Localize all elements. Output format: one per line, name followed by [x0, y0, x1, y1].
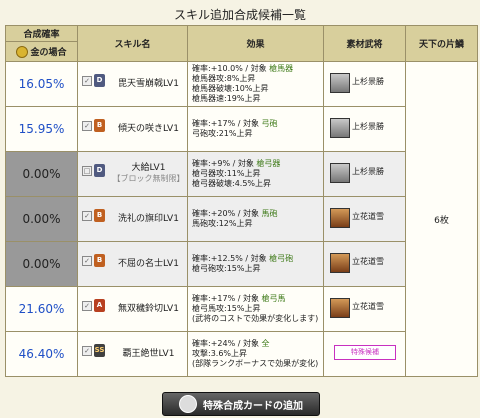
checkbox[interactable]: ✓	[82, 121, 92, 131]
effect-cell: 確率:+24% / 対象 全 攻撃:3.6%上昇 (部隊ランクボーナスで効果が変…	[187, 331, 324, 377]
skill-name: 毘天雪崩戟LV1	[118, 78, 179, 89]
general-name: 立花道雪	[352, 212, 384, 221]
effect-cell: 確率:+17% / 対象 槍弓馬 槍弓馬攻:15%上昇 (武将のコストで効果が変…	[187, 286, 324, 332]
material-general[interactable]: 上杉景勝	[323, 151, 406, 197]
rank-badge: D	[94, 164, 105, 177]
header-skill: スキル名	[77, 25, 188, 62]
table-row: 16.05% ✓ D 毘天雪崩戟LV1 確率:+10.0% / 対象 槍馬器 槍…	[5, 61, 478, 377]
skill-name: 不屈の名士LV1	[118, 258, 179, 269]
general-portrait	[330, 163, 350, 183]
material-general[interactable]: 上杉景勝	[323, 106, 406, 152]
material-general[interactable]: 特殊候補	[323, 331, 406, 377]
rank-badge: B	[94, 254, 105, 267]
rate-value: 16.05%	[5, 61, 78, 107]
skill-cell: ✓ B 不屈の名士LV1	[77, 241, 188, 287]
special-candidate-button[interactable]: 特殊候補	[334, 345, 396, 360]
effect-cell: 確率:+17% / 対象 弓砲 弓砲攻:21%上昇	[187, 106, 324, 152]
material-general[interactable]: 立花道雪	[323, 241, 406, 287]
rank-badge: D	[94, 74, 105, 87]
general-name: 上杉景勝	[352, 167, 384, 176]
header-rate: 合成確率	[5, 25, 78, 42]
skill-cell: ✓ D 毘天雪崩戟LV1	[77, 61, 188, 107]
skill-name: 覇王絶世LV1	[122, 348, 175, 359]
candidate-table: 合成確率 スキル名 効果 素材武将 天下の片鱗 金の場合 16.05% ✓ D …	[5, 25, 478, 377]
skill-name: 傾天の咲きLV1	[118, 123, 179, 134]
general-portrait	[330, 73, 350, 93]
effect-cell: 確率:+20% / 対象 馬砲 馬砲攻:12%上昇	[187, 196, 324, 242]
add-special-card-label: 特殊合成カードの追加	[203, 400, 303, 412]
checkbox[interactable]: ✓	[82, 301, 92, 311]
header-effect: 効果	[187, 25, 324, 62]
rate-value: 15.95%	[5, 106, 78, 152]
checkbox[interactable]: ✓	[82, 346, 92, 356]
skill-cell: ✓ A 無双穢鈴切LV1	[77, 286, 188, 332]
rate-value: 46.40%	[5, 331, 78, 377]
effect-cell: 確率:+10.0% / 対象 槍馬器 槍馬器攻:8%上昇 槍馬器破壊:10%上昇…	[187, 61, 324, 107]
general-name: 立花道雪	[352, 257, 384, 266]
page-title: スキル追加合成候補一覧	[173, 8, 306, 22]
rate-value: 0.00%	[5, 241, 78, 287]
skill-name: 大給LV1	[131, 163, 166, 173]
checkbox[interactable]: ✓	[82, 211, 92, 221]
general-name: 立花道雪	[352, 302, 384, 311]
general-portrait	[330, 298, 350, 318]
material-general[interactable]: 立花道雪	[323, 196, 406, 242]
effect-cell: 確率:+9% / 対象 槍弓器 槍弓器攻:11%上昇 槍弓器破壊:4.5%上昇	[187, 151, 324, 197]
material-general[interactable]: 上杉景勝	[323, 61, 406, 107]
block-note: 【ブロック無制限】	[112, 174, 185, 183]
checkbox[interactable]: ✓	[82, 256, 92, 266]
skill-name: 無双穢鈴切LV1	[118, 303, 179, 314]
rate-value: 0.00%	[5, 151, 78, 197]
skill-cell: ✓ B 傾天の咲きLV1	[77, 106, 188, 152]
add-special-card-button[interactable]: 特殊合成カードの追加	[162, 392, 320, 416]
skill-cell: ✓ B 洗礼の旗印LV1	[77, 196, 188, 242]
checkbox[interactable]: □	[82, 166, 92, 176]
general-name: 上杉景勝	[352, 77, 384, 86]
rank-badge: SS	[94, 344, 105, 357]
skill-name: 洗礼の旗印LV1	[118, 213, 179, 224]
header-tenka: 天下の片鱗	[405, 25, 478, 62]
skill-cell: ✓ SS 覇王絶世LV1	[77, 331, 188, 377]
checkbox[interactable]: ✓	[82, 76, 92, 86]
skill-cell: □ D 大給LV1 【ブロック無制限】	[77, 151, 188, 197]
general-portrait	[330, 118, 350, 138]
rank-badge: B	[94, 119, 105, 132]
header-rate-sub: 金の場合	[5, 41, 78, 62]
effect-cell: 確率:+12.5% / 対象 槍弓砲 槍弓砲攻:15%上昇	[187, 241, 324, 287]
rank-badge: A	[94, 299, 105, 312]
tenka-value: 6枚	[405, 61, 478, 377]
general-name: 上杉景勝	[352, 122, 384, 131]
rate-value: 21.60%	[5, 286, 78, 332]
general-portrait	[330, 253, 350, 273]
gold-coin-icon	[16, 46, 29, 59]
header-material: 素材武将	[323, 25, 406, 62]
general-portrait	[330, 208, 350, 228]
rank-badge: B	[94, 209, 105, 222]
rate-value: 0.00%	[5, 196, 78, 242]
character-icon	[179, 395, 197, 413]
material-general[interactable]: 立花道雪	[323, 286, 406, 332]
